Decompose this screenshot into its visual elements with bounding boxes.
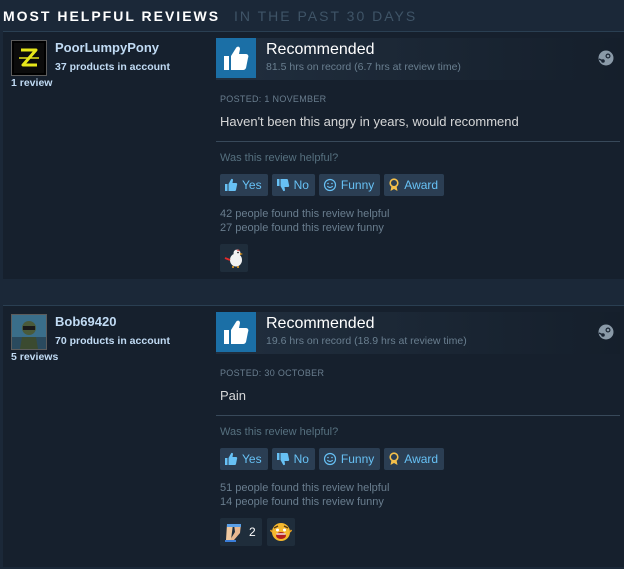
steam-icon (598, 50, 614, 66)
thumbs-up-icon (216, 312, 256, 352)
award-medal-icon (389, 452, 399, 465)
no-button[interactable]: No (271, 174, 315, 196)
found-funny-count: 14 people found this review funny (220, 496, 384, 508)
yellow-z-logo-icon (14, 43, 44, 73)
review-text: Haven't been this angry in years, would … (220, 114, 519, 129)
thumbs-down-icon (276, 453, 289, 466)
author-review-count[interactable]: 5 reviews (11, 351, 58, 363)
review-body: Recommended 19.6 hrs on record (18.9 hrs… (216, 312, 620, 546)
thumbs-up-icon (216, 38, 256, 78)
verdict-title[interactable]: Recommended (266, 41, 375, 59)
award-label: Award (404, 452, 439, 466)
hours-on-record: 81.5 hrs on record (6.7 hrs at review ti… (266, 61, 461, 73)
avatar[interactable] (11, 40, 47, 76)
steam-icon (598, 324, 614, 340)
character-avatar-icon (12, 315, 46, 349)
funny-button[interactable]: Funny (318, 448, 381, 470)
award-count: 2 (249, 525, 256, 539)
yes-label: Yes (242, 452, 262, 466)
thumbs-up-icon (225, 452, 238, 465)
legs-award-icon (225, 524, 241, 542)
award-badge[interactable] (220, 244, 248, 272)
author-review-count[interactable]: 1 review (11, 77, 52, 89)
award-button[interactable]: Award (384, 174, 445, 196)
awards-list: 2 (220, 518, 295, 546)
author-products[interactable]: 37 products in account (55, 61, 170, 73)
author-products[interactable]: 70 products in account (55, 335, 170, 347)
funny-button[interactable]: Funny (318, 174, 381, 196)
smiley-icon (323, 178, 337, 192)
no-button[interactable]: No (271, 448, 315, 470)
vote-buttons: Yes No Funny Award (220, 448, 445, 470)
vote-header[interactable]: Recommended 81.5 hrs on record (6.7 hrs … (216, 38, 620, 80)
verdict-title[interactable]: Recommended (266, 315, 375, 333)
found-helpful-count: 42 people found this review helpful (220, 208, 390, 220)
no-label: No (293, 178, 309, 192)
hours-on-record: 19.6 hrs on record (18.9 hrs at review t… (266, 335, 467, 347)
section-header: MOST HELPFUL REVIEWS IN THE PAST 30 DAYS (3, 8, 417, 24)
yes-button[interactable]: Yes (220, 174, 268, 196)
review-card: Bob69420 70 products in account 5 review… (3, 305, 624, 567)
chicken-award-icon (224, 249, 243, 268)
found-funny-count: 27 people found this review funny (220, 222, 384, 234)
yes-button[interactable]: Yes (220, 448, 268, 470)
award-medal-icon (389, 178, 399, 191)
divider (216, 415, 620, 416)
award-label: Award (404, 178, 439, 192)
posted-date: POSTED: 30 OCTOBER (220, 368, 325, 378)
no-label: No (293, 452, 309, 466)
review-card: PoorLumpyPony 37 products in account 1 r… (3, 31, 624, 279)
vote-header[interactable]: Recommended 19.6 hrs on record (18.9 hrs… (216, 312, 620, 354)
helpful-question: Was this review helpful? (220, 426, 339, 438)
helpful-question: Was this review helpful? (220, 152, 339, 164)
posted-date: POSTED: 1 NOVEMBER (220, 94, 327, 104)
divider (216, 141, 620, 142)
section-title: MOST HELPFUL REVIEWS (3, 8, 221, 24)
funny-label: Funny (340, 452, 375, 466)
yes-label: Yes (242, 178, 262, 192)
thumbs-up-icon (225, 178, 238, 191)
section-subtitle: IN THE PAST 30 DAYS (233, 8, 418, 24)
vote-buttons: Yes No Funny Award (220, 174, 445, 196)
found-helpful-count: 51 people found this review helpful (220, 482, 390, 494)
award-button[interactable]: Award (384, 448, 445, 470)
funny-label: Funny (340, 178, 375, 192)
awards-list (220, 244, 248, 272)
author-name[interactable]: Bob69420 (55, 314, 116, 329)
smiley-icon (323, 452, 337, 466)
review-body: Recommended 81.5 hrs on record (6.7 hrs … (216, 38, 620, 272)
review-text: Pain (220, 388, 247, 403)
avatar[interactable] (11, 314, 47, 350)
thumbs-down-icon (276, 179, 289, 192)
author-name[interactable]: PoorLumpyPony (55, 40, 159, 55)
award-badge[interactable]: 2 (220, 518, 262, 546)
screaming-face-award-icon (269, 523, 292, 541)
award-badge[interactable] (266, 518, 295, 546)
